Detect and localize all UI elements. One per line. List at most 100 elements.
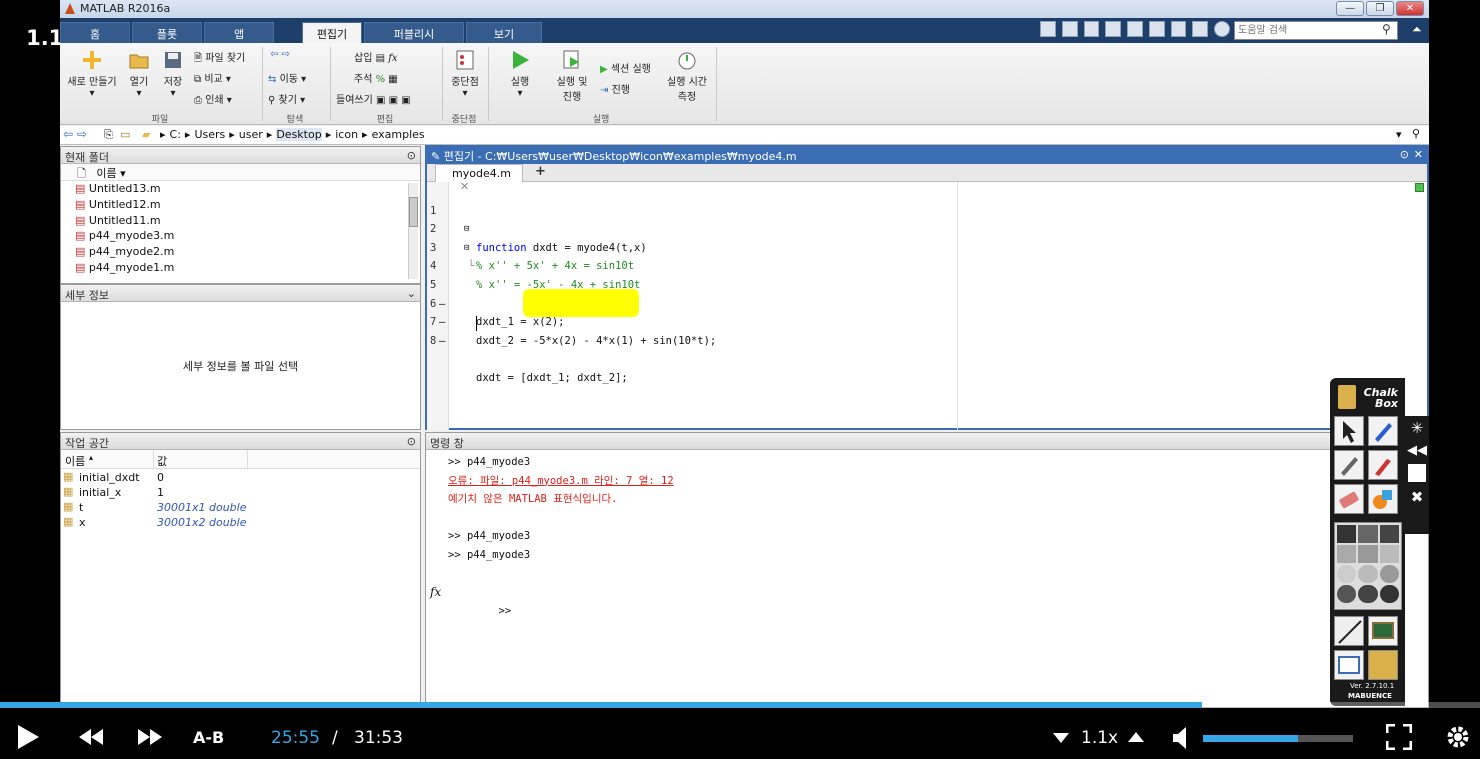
new-button[interactable]: 새로 만들기 ▾ [66,49,118,99]
list-item[interactable]: ▤ Untitled12.m [75,197,420,213]
shape-tool-icon[interactable] [1368,484,1398,514]
table-row[interactable]: ▦ t 30001x1 double [61,500,419,516]
address-search-icon[interactable]: ⚲ [1412,127,1420,140]
list-item[interactable]: ▤ Untitled13.m [75,181,420,197]
breadcrumb-item[interactable]: icon [335,128,358,141]
tab-plots[interactable]: 플롯 [132,22,202,43]
pen-tool-icon[interactable] [1368,416,1398,446]
back-forward-buttons[interactable]: ⇦ ⇨ [270,49,290,60]
breadcrumb-item[interactable]: Desktop [276,128,322,141]
search-input[interactable] [1234,21,1398,40]
table-row[interactable]: ▦ initial_dxdt 0 [61,470,419,486]
editor-close-icon[interactable]: ✕ [1414,148,1423,161]
undo-tool-icon[interactable] [1334,616,1364,646]
tab-view[interactable]: 보기 [466,22,542,43]
save-button[interactable]: 저장 ▾ [158,49,188,99]
close-button[interactable]: ✕ [1396,1,1424,16]
run-section-button[interactable]: ▶ 섹션 실행 [600,60,651,75]
panel-menu-icon[interactable]: ⊙ [407,435,416,448]
save-icon[interactable] [1061,21,1078,37]
cut-icon[interactable] [1083,21,1100,37]
address-dropdown-icon[interactable]: ▾ [1396,128,1402,141]
editor-menu-icon[interactable]: ⊙ [1400,148,1409,161]
volume-icon[interactable] [1172,726,1190,750]
nav-arrows-icon[interactable]: ⇦ ⇨ [63,127,87,141]
chalkbox-side-tools: ✳ ◀◀ ✖ [1405,416,1429,534]
advance-button[interactable]: ⇥ 진행 [600,81,630,96]
chalkbox-close-icon[interactable]: ✖ [1405,488,1429,506]
folder-scrollbar[interactable] [408,183,418,279]
collapse-ribbon-icon[interactable]: ⏶ [1412,22,1422,37]
breadcrumb-item[interactable]: user [239,128,263,141]
speed-up-icon[interactable] [1127,731,1145,743]
toolbox-icon[interactable] [1368,650,1398,680]
fullscreen-icon[interactable] [1386,724,1412,750]
run-advance-button[interactable]: 실행 및 진행 [550,49,594,103]
open-button[interactable]: 열기 ▾ [124,49,154,99]
column-value[interactable]: 값 [157,453,167,469]
shortcut-icon[interactable] [1040,21,1056,37]
undo-icon[interactable] [1148,21,1165,37]
list-item[interactable]: ▤ p44_myode1.m [75,260,420,276]
indent-button[interactable]: 들여쓰기 ▣ ▣ ▣ [336,91,411,106]
insert-button[interactable]: 삽입 ▤ fx [354,49,398,64]
brush-tool-icon[interactable] [1368,450,1398,480]
rewind-icon[interactable] [78,728,104,746]
print-button[interactable]: ⎙ 인쇄 ▾ [194,91,232,106]
find-button[interactable]: ⚲ 찾기 ▾ [268,91,305,106]
pencil-tool-icon[interactable] [1334,450,1364,480]
copy-icon[interactable] [1105,21,1122,37]
breadcrumb-item[interactable]: C: [170,128,181,141]
compare-button[interactable]: ⧉ 비교 ▾ [194,70,231,85]
chevron-down-icon[interactable]: ⌄ [407,287,416,300]
panel-menu-icon[interactable]: ⊙ [407,149,416,162]
run-and-time-button[interactable]: 실행 시간 측정 [662,49,712,103]
play-icon[interactable] [16,724,40,750]
run-button[interactable]: 실행 ▾ [500,49,540,99]
color-pick-icon[interactable] [1408,464,1426,482]
ab-repeat-button[interactable]: A-B [193,728,224,747]
new-tab-button[interactable]: + [535,164,546,179]
comment-button[interactable]: 주석 % ▦ [354,70,398,85]
paste-icon[interactable] [1127,21,1143,37]
fx-icon[interactable]: fx [430,583,441,602]
up-folder-icon[interactable]: ⎘ [104,128,113,142]
command-prompt[interactable]: fx >> [430,565,1428,617]
pointer-tool-icon[interactable] [1334,416,1364,446]
board-tool-icon[interactable] [1368,616,1398,646]
window-tool-icon[interactable] [1334,650,1364,680]
fast-forward-icon[interactable] [137,728,163,746]
layout-icon[interactable] [1192,21,1209,37]
eraser-tool-icon[interactable] [1334,484,1364,514]
collapse-icon[interactable]: ◀◀ [1405,443,1429,458]
tab-apps[interactable]: 앱 [204,22,274,43]
list-item[interactable]: ▤ p44_myode2.m [75,244,420,260]
tab-home[interactable]: 홈 [60,22,130,43]
column-header[interactable]: 🗋 이름 ▾ [61,164,420,181]
table-row[interactable]: ▦ initial_x 1 [61,485,419,501]
settings-star-icon[interactable]: ✳ [1405,419,1429,437]
tab-publish[interactable]: 퍼블리시 [364,22,464,43]
settings-gear-icon[interactable] [1445,724,1471,750]
list-item[interactable]: ▤ p44_myode3.m [75,228,420,244]
browse-folder-icon[interactable]: ▭ [120,128,130,141]
tab-myode4[interactable]: myode4.m ✕ [435,164,523,193]
table-row[interactable]: ▦ x 30001x2 double [61,515,419,531]
list-item[interactable]: ▤ Untitled11.m [75,213,420,229]
breadcrumb-item[interactable]: Users [194,128,225,141]
code-area[interactable]: 1 ⊟ function dxdt = myode4(t,x) 2 ⊟ % x'… [427,183,1407,384]
find-files-button[interactable]: 🗎 파일 찾기 [194,49,245,68]
help-icon[interactable] [1214,21,1231,37]
column-name[interactable]: 이름 [65,453,85,469]
color-palette[interactable] [1334,522,1402,610]
search-icon[interactable]: ⚲ [1382,22,1391,36]
redo-icon[interactable] [1170,21,1187,37]
minimize-button[interactable]: — [1336,1,1364,16]
maximize-button[interactable]: ❐ [1366,1,1394,16]
breadcrumb-item[interactable]: examples [372,128,425,141]
command-output[interactable]: >> p44_myode3 오류: 파일: p44_myode3.m 라인: 7… [426,450,1428,617]
goto-button[interactable]: ⇆ 이동 ▾ [268,70,306,85]
tab-editor[interactable]: 편집기 [302,22,362,43]
breakpoints-button[interactable]: 중단점 ▾ [446,49,484,99]
speed-down-icon[interactable] [1052,732,1070,744]
